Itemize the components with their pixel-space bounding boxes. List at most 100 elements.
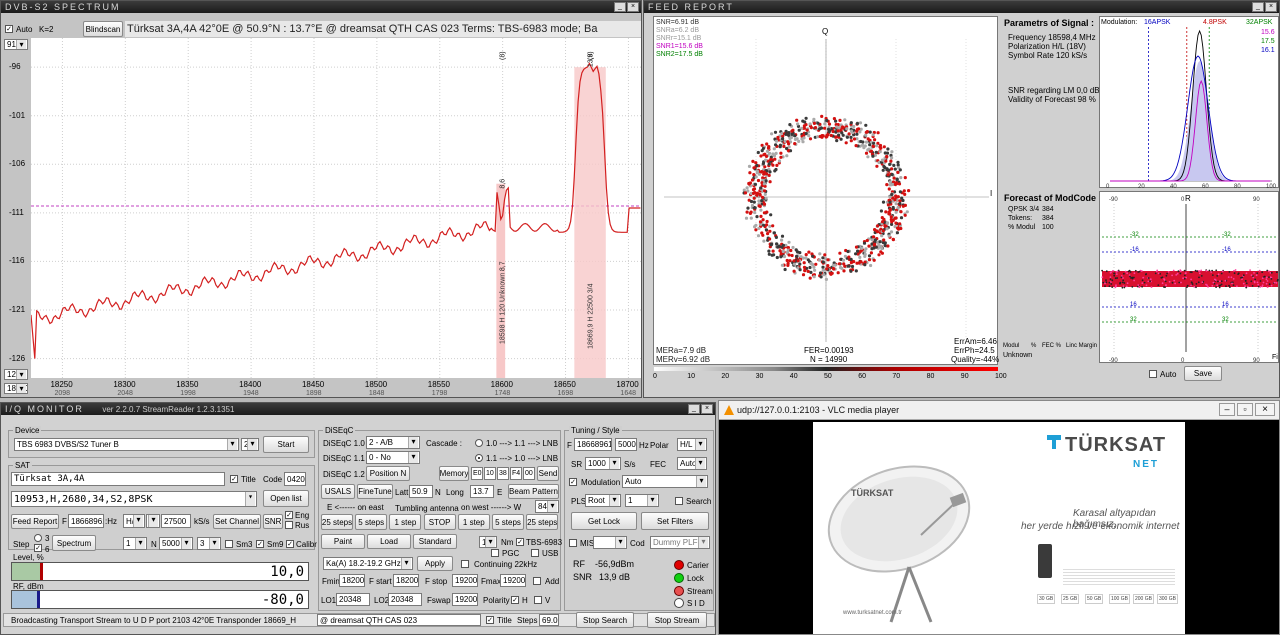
diseqc10-select[interactable]: 2 - A/B xyxy=(366,436,420,449)
paint-button[interactable]: Paint xyxy=(321,534,365,549)
stop-search-button[interactable]: Stop Search xyxy=(576,612,634,628)
h-checkbox[interactable]: ✓ xyxy=(511,596,519,604)
set-channel-button[interactable]: Set Channel xyxy=(213,514,261,529)
steps-input[interactable]: 69.0 xyxy=(539,614,559,626)
spectrum-button[interactable]: Spectrum xyxy=(52,535,96,551)
tbs-checkbox[interactable]: ✓ xyxy=(516,538,524,546)
cascade2-radio[interactable] xyxy=(475,454,483,462)
bottom-value-select[interactable]: 12 xyxy=(4,369,28,380)
polar-select[interactable]: H/L xyxy=(677,438,707,451)
tuning-sr-small[interactable]: 5000 xyxy=(615,438,637,451)
code-input[interactable]: 0420 xyxy=(284,472,306,486)
memory-value-input[interactable]: 38 xyxy=(497,467,509,480)
device-num-select[interactable]: 2 xyxy=(241,438,259,451)
tuning-sr-select[interactable]: 1000 xyxy=(585,457,621,470)
transponder-select[interactable]: 10953,H,2680,34,S2,8PSK xyxy=(11,491,257,507)
lo1-input[interactable]: 20348 xyxy=(336,593,370,606)
sat-input[interactable]: Türksat 3A,4A xyxy=(11,472,225,486)
close-icon[interactable]: × xyxy=(1265,2,1277,12)
auto-checkbox[interactable]: ✓ xyxy=(5,25,13,33)
step-button[interactable]: 1 step xyxy=(457,514,490,530)
set-filters-button[interactable]: Set Filters xyxy=(641,512,709,530)
minimize-icon[interactable]: _ xyxy=(688,404,700,414)
latt-input[interactable]: 50.9 xyxy=(409,485,433,498)
beam-pattern-button[interactable]: Beam Pattern xyxy=(508,484,559,499)
step-button[interactable]: 25 steps xyxy=(321,514,353,530)
pgc-checkbox[interactable] xyxy=(491,549,499,557)
blindscan-button[interactable]: Blindscan xyxy=(83,21,123,37)
add-checkbox[interactable] xyxy=(533,577,541,585)
lo2-input[interactable]: 20348 xyxy=(388,593,422,606)
step-button[interactable]: STOP xyxy=(423,514,456,530)
modulation-checkbox[interactable]: ✓ xyxy=(569,478,577,486)
cont22-checkbox[interactable] xyxy=(461,560,469,568)
mis-select[interactable] xyxy=(593,536,627,549)
memory-value-input[interactable]: F4 xyxy=(510,467,522,480)
load-button[interactable]: Load xyxy=(367,534,411,549)
save-button[interactable]: Save xyxy=(1184,366,1222,381)
device-select[interactable]: TBS 6983 DVBS/S2 Tuner B xyxy=(14,438,239,451)
v-checkbox[interactable] xyxy=(534,596,542,604)
step-button[interactable]: 5 steps xyxy=(492,514,524,530)
tuning-f-input[interactable]: 18668961 xyxy=(574,438,612,451)
diseqc11-select[interactable]: 0 - No xyxy=(366,451,420,464)
apply-button[interactable]: Apply xyxy=(417,556,453,571)
step-button[interactable]: 25 steps xyxy=(526,514,559,530)
feed-auto-checkbox[interactable] xyxy=(1149,370,1157,378)
send-button[interactable]: Send xyxy=(537,466,559,481)
top-value-select[interactable]: 91 xyxy=(4,39,28,50)
pls-select[interactable]: Root xyxy=(585,494,621,507)
memory-value-input[interactable]: E0 xyxy=(471,467,483,480)
fec-select[interactable]: Auto xyxy=(677,457,707,470)
memory-value-input[interactable]: 00 xyxy=(523,467,535,480)
cascade1-radio[interactable] xyxy=(475,439,483,447)
rus-checkbox[interactable] xyxy=(285,521,293,529)
vlc-close-icon[interactable]: × xyxy=(1255,403,1275,416)
stop-stream-button[interactable]: Stop Stream xyxy=(647,612,707,628)
standard-button[interactable]: Standard xyxy=(413,534,457,549)
n-value-select[interactable]: 5000 xyxy=(159,537,193,550)
band-select[interactable]: Ka(A) 18.2-19.2 GHz xyxy=(323,557,413,570)
step-button[interactable]: 5 steps xyxy=(355,514,388,530)
position-button[interactable]: Position N xyxy=(366,466,410,481)
title-checkbox[interactable]: ✓ xyxy=(230,475,238,483)
sr-input[interactable]: 27500 xyxy=(161,514,191,528)
search-checkbox[interactable] xyxy=(675,497,683,505)
mis-checkbox[interactable] xyxy=(569,539,577,547)
fstart-input[interactable]: 18200 xyxy=(393,574,419,587)
pol-num-select[interactable]: 1 xyxy=(146,514,160,528)
minimize-icon[interactable]: _ xyxy=(614,2,626,12)
fmin-input[interactable]: 18200 xyxy=(339,574,365,587)
fstop-input[interactable]: 19200 xyxy=(452,574,478,587)
pls-n-select[interactable]: 1 xyxy=(625,494,659,507)
fmax-input[interactable]: 19200 xyxy=(500,574,526,587)
memory-button[interactable]: Memory xyxy=(439,466,469,481)
pol-select[interactable]: H/L xyxy=(123,514,145,528)
n3-select[interactable]: 3 xyxy=(197,537,221,550)
close-icon[interactable]: × xyxy=(627,2,639,12)
bottom-title-checkbox[interactable]: ✓ xyxy=(486,616,494,624)
vlc-maximize-icon[interactable]: ▫ xyxy=(1237,403,1253,416)
memory-value-input[interactable]: 10 xyxy=(484,467,496,480)
snr-button[interactable]: SNR xyxy=(263,514,283,529)
step-button[interactable]: 1 step xyxy=(389,514,422,530)
fswap-input[interactable]: 19200 xyxy=(452,593,478,606)
get-lock-button[interactable]: Get Lock xyxy=(571,512,637,530)
feed-report-button[interactable]: Feed Report xyxy=(11,514,59,529)
finetune-button[interactable]: FineTune xyxy=(357,484,393,499)
modulation-select[interactable]: Auto xyxy=(622,475,708,488)
sm9-checkbox[interactable]: ✓ xyxy=(256,540,264,548)
step6-checkbox[interactable]: ✓ xyxy=(34,544,42,552)
vlc-minimize-icon[interactable]: – xyxy=(1219,403,1235,416)
usals-button[interactable]: USALS xyxy=(321,484,355,499)
w-select[interactable]: 84 xyxy=(535,500,559,513)
freq-select[interactable]: 18200 xyxy=(4,383,28,394)
step3-radio[interactable] xyxy=(34,534,42,542)
long-input[interactable]: 13.7 xyxy=(470,485,494,498)
close-icon[interactable]: × xyxy=(701,404,713,414)
eng-checkbox[interactable]: ✓ xyxy=(285,511,293,519)
open-list-button[interactable]: Open list xyxy=(263,490,309,507)
sm3-checkbox[interactable] xyxy=(225,540,233,548)
start-button[interactable]: Start xyxy=(263,436,309,453)
n1-select[interactable]: 1 xyxy=(123,537,147,550)
